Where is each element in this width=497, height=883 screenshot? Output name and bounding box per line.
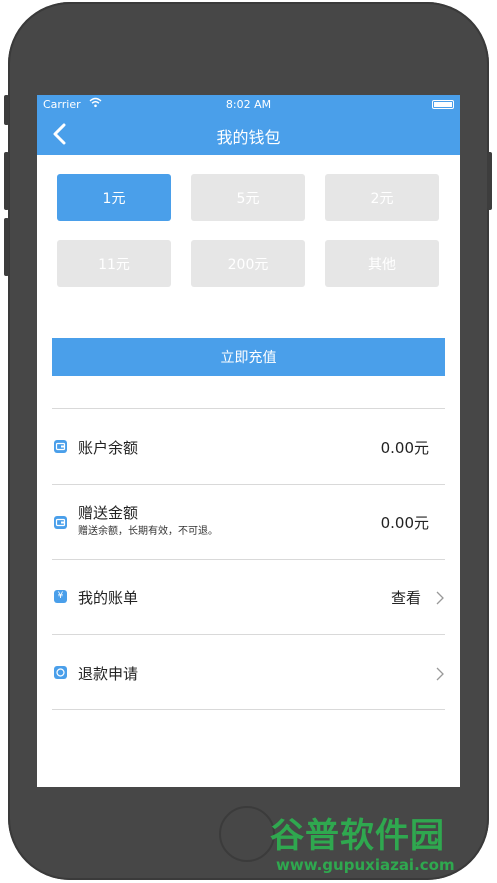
watermark-brand: 谷普软件园 xyxy=(270,816,445,856)
chevron-right-icon xyxy=(436,591,444,605)
nav-bar: 我的钱包 xyxy=(37,113,460,155)
battery-icon xyxy=(432,100,454,109)
row-label: 账户余额 xyxy=(78,439,139,457)
app-screen: Carrier 8:02 AM 我的钱包 1元 5元 2元 11元 200元 其… xyxy=(37,95,460,787)
amount-option-5[interactable]: 5元 xyxy=(191,174,305,221)
amount-options: 1元 5元 2元 11元 200元 其他 xyxy=(57,174,441,287)
recharge-button[interactable]: 立即充值 xyxy=(52,338,445,376)
amount-option-11[interactable]: 11元 xyxy=(57,240,171,287)
status-bar: Carrier 8:02 AM xyxy=(37,95,460,113)
amount-option-200[interactable]: 200元 xyxy=(191,240,305,287)
refund-icon xyxy=(54,666,67,679)
view-bills-link[interactable]: 查看 xyxy=(391,587,421,608)
bonus-value: 0.00元 xyxy=(380,514,429,532)
watermark-url: www.gupuxiazai.com xyxy=(276,856,455,874)
power-button xyxy=(487,152,492,210)
mute-switch xyxy=(4,95,9,125)
row-my-bills[interactable]: ¥ 我的账单 查看 xyxy=(52,560,445,634)
amount-option-2[interactable]: 2元 xyxy=(325,174,439,221)
volume-up-button xyxy=(4,152,9,210)
divider xyxy=(52,709,445,710)
row-label: 退款申请 xyxy=(78,665,139,683)
chevron-right-icon xyxy=(436,667,444,681)
page-title: 我的钱包 xyxy=(216,128,281,147)
amount-option-1[interactable]: 1元 xyxy=(57,174,171,221)
yen-icon: ¥ xyxy=(54,590,67,603)
row-bonus-amount[interactable]: 赠送金额 赠送余额，长期有效，不可退。 0.00元 xyxy=(52,485,445,559)
wallet-icon xyxy=(54,516,67,529)
status-time: 8:02 AM xyxy=(225,98,272,111)
amount-option-other[interactable]: 其他 xyxy=(325,240,439,287)
row-label: 我的账单 xyxy=(78,589,139,607)
balance-value: 0.00元 xyxy=(380,439,429,457)
row-account-balance[interactable]: 账户余额 0.00元 xyxy=(52,409,445,484)
wallet-icon xyxy=(54,440,67,453)
row-label: 赠送金额 xyxy=(78,504,139,522)
row-refund-request[interactable]: 退款申请 xyxy=(52,635,445,709)
row-sublabel: 赠送余额，长期有效，不可退。 xyxy=(78,526,218,537)
home-button xyxy=(219,806,275,862)
volume-down-button xyxy=(4,218,9,276)
